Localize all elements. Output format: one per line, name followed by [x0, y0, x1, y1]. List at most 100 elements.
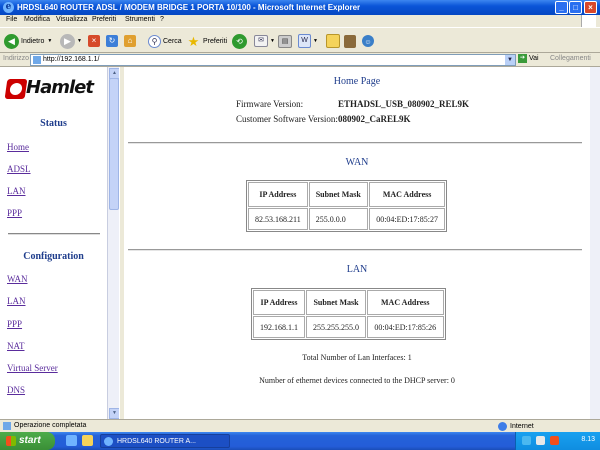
start-button[interactable]: start — [0, 432, 55, 450]
hamlet-logo-icon — [4, 79, 28, 99]
clock: 8.13 — [581, 436, 595, 443]
nav-link-adsl[interactable]: ADSL — [7, 164, 31, 174]
quicklaunch-folder-icon[interactable] — [82, 435, 93, 446]
main-frame: Home Page Firmware Version: ETHADSL_USB_… — [124, 67, 590, 419]
nav-frame: Hamlet Status Home ADSL LAN PPP Configur… — [0, 67, 107, 419]
firmware-label: Firmware Version: — [236, 99, 304, 109]
table-header: MAC Address — [368, 182, 446, 207]
favorites-label: Preferiti — [203, 37, 228, 45]
ie-logo-icon: e — [3, 2, 14, 13]
menu-strumenti[interactable]: Strumenti — [125, 16, 155, 23]
lan-ip: 192.168.1.1 — [253, 316, 305, 338]
menu-visualizza[interactable]: Visualizza — [56, 16, 87, 23]
taskbar-item-ie[interactable]: HRDSL640 ROUTER A... — [100, 434, 230, 448]
table-row: 82.53.168.211 255.0.0.0 00:04:ED:17:85:2… — [248, 208, 446, 230]
history-icon: ⟲ — [232, 33, 247, 49]
lan-subnet: 255.255.255.0 — [306, 316, 366, 338]
browser-content: Hamlet Status Home ADSL LAN PPP Configur… — [0, 67, 600, 419]
address-url: http://192.168.1.1/ — [43, 56, 100, 63]
home-icon: ⌂ — [124, 35, 136, 47]
back-label: Indietro — [21, 37, 45, 45]
mail-icon: ✉ — [254, 35, 268, 47]
scroll-thumb[interactable] — [109, 78, 119, 210]
menu-file[interactable]: File — [6, 16, 17, 23]
status-bar: Operazione completata Internet — [0, 419, 600, 433]
messenger-button[interactable]: ☺ — [362, 32, 376, 50]
network-icon[interactable] — [522, 436, 531, 445]
nav-link-wan[interactable]: WAN — [7, 274, 28, 284]
address-label: Indirizzo — [3, 55, 30, 62]
go-button[interactable]: ➔ Vai — [518, 54, 539, 63]
antivirus-icon[interactable] — [550, 436, 559, 445]
nav-link-nat[interactable]: NAT — [7, 341, 25, 351]
wan-ip: 82.53.168.211 — [248, 208, 308, 230]
menu-preferiti[interactable]: Preferiti — [92, 16, 116, 23]
chevron-down-icon: ▼ — [77, 38, 82, 44]
forward-arrow-icon: ▶ — [60, 33, 75, 49]
research-button[interactable] — [344, 32, 358, 50]
forward-button[interactable]: ▶ ▼ — [60, 32, 82, 50]
table-header: IP Address — [253, 290, 305, 315]
history-button[interactable]: ⟲ — [232, 32, 249, 50]
lan-mac: 00:04:ED:17:85:26 — [367, 316, 444, 338]
customer-version-value: 080902_CaREL9K — [338, 114, 411, 124]
wan-mac: 00:04:ED:17:85:27 — [368, 208, 446, 230]
home-button[interactable]: ⌂ — [124, 32, 138, 50]
links-button[interactable]: Collegamenti — [550, 55, 591, 62]
search-button[interactable]: ⚲ Cerca — [148, 32, 182, 50]
nav-link-lan[interactable]: LAN — [7, 186, 26, 196]
windows-logo-icon — [581, 15, 596, 27]
maximize-button[interactable]: □ — [569, 1, 582, 14]
stop-button[interactable]: × — [88, 32, 102, 50]
table-header: MAC Address — [367, 290, 444, 315]
nav-link-config-lan[interactable]: LAN — [7, 296, 26, 306]
menu-modifica[interactable]: Modifica — [24, 16, 50, 23]
star-icon: ★ — [187, 33, 200, 49]
nav-link-ppp[interactable]: PPP — [7, 208, 22, 218]
address-input[interactable]: http://192.168.1.1/ ▼ — [30, 54, 516, 66]
discuss-button[interactable] — [326, 32, 342, 50]
nav-link-virtual-server[interactable]: Virtual Server — [7, 363, 58, 373]
back-button[interactable]: ◀ Indietro ▼ — [4, 32, 52, 50]
favorites-button[interactable]: ★ Preferiti — [186, 32, 227, 50]
ie-icon — [104, 437, 113, 446]
table-header: Subnet Mask — [306, 290, 366, 315]
window-title: HRDSL640 ROUTER ADSL / MODEM BRIDGE 1 PO… — [17, 3, 361, 12]
wan-subnet: 255.0.0.0 — [308, 208, 368, 230]
customer-version-label: Customer Software Version: — [236, 114, 338, 124]
quicklaunch-ie-icon[interactable] — [66, 435, 77, 446]
refresh-button[interactable]: ↻ — [106, 32, 120, 50]
lan-table: IP Address Subnet Mask MAC Address 192.1… — [251, 288, 446, 340]
chevron-down-icon[interactable]: ▼ — [505, 55, 515, 65]
nav-link-config-ppp[interactable]: PPP — [7, 319, 22, 329]
section-divider — [128, 142, 582, 144]
address-bar: Indirizzo http://192.168.1.1/ ▼ ➔ Vai Co… — [0, 53, 600, 67]
stop-icon: × — [88, 35, 100, 47]
word-icon: W — [298, 34, 311, 48]
search-icon: ⚲ — [148, 34, 161, 48]
edit-button[interactable]: W ▼ — [298, 32, 318, 50]
nav-link-dns[interactable]: DNS — [7, 385, 25, 395]
globe-icon — [498, 422, 507, 431]
system-tray: 8.13 — [515, 432, 600, 450]
page-done-icon — [3, 422, 11, 430]
minimize-button[interactable]: _ — [555, 1, 568, 14]
title-bar: e HRDSL640 ROUTER ADSL / MODEM BRIDGE 1 … — [0, 0, 600, 15]
nav-scrollbar[interactable]: ▲ ▼ — [107, 67, 120, 419]
chevron-down-icon: ▼ — [47, 38, 53, 44]
wan-heading: WAN — [345, 157, 369, 168]
folder-icon — [326, 34, 340, 48]
taskbar: start HRDSL640 ROUTER A... 8.13 — [0, 432, 600, 450]
close-button[interactable]: × — [584, 1, 597, 14]
volume-icon[interactable] — [536, 436, 545, 445]
nav-link-home[interactable]: Home — [7, 142, 29, 152]
chevron-down-icon: ▼ — [270, 38, 275, 44]
table-header-row: IP Address Subnet Mask MAC Address — [248, 182, 446, 207]
lan-heading: LAN — [346, 264, 368, 275]
print-button[interactable]: ▤ — [278, 32, 294, 50]
menu-help[interactable]: ? — [160, 16, 164, 23]
lan-interfaces-count: Total Number of Lan Interfaces: 1 — [302, 353, 412, 362]
hamlet-logo: Hamlet — [4, 77, 102, 103]
mail-button[interactable]: ✉ ▼ — [254, 32, 275, 50]
printer-icon: ▤ — [278, 34, 292, 48]
